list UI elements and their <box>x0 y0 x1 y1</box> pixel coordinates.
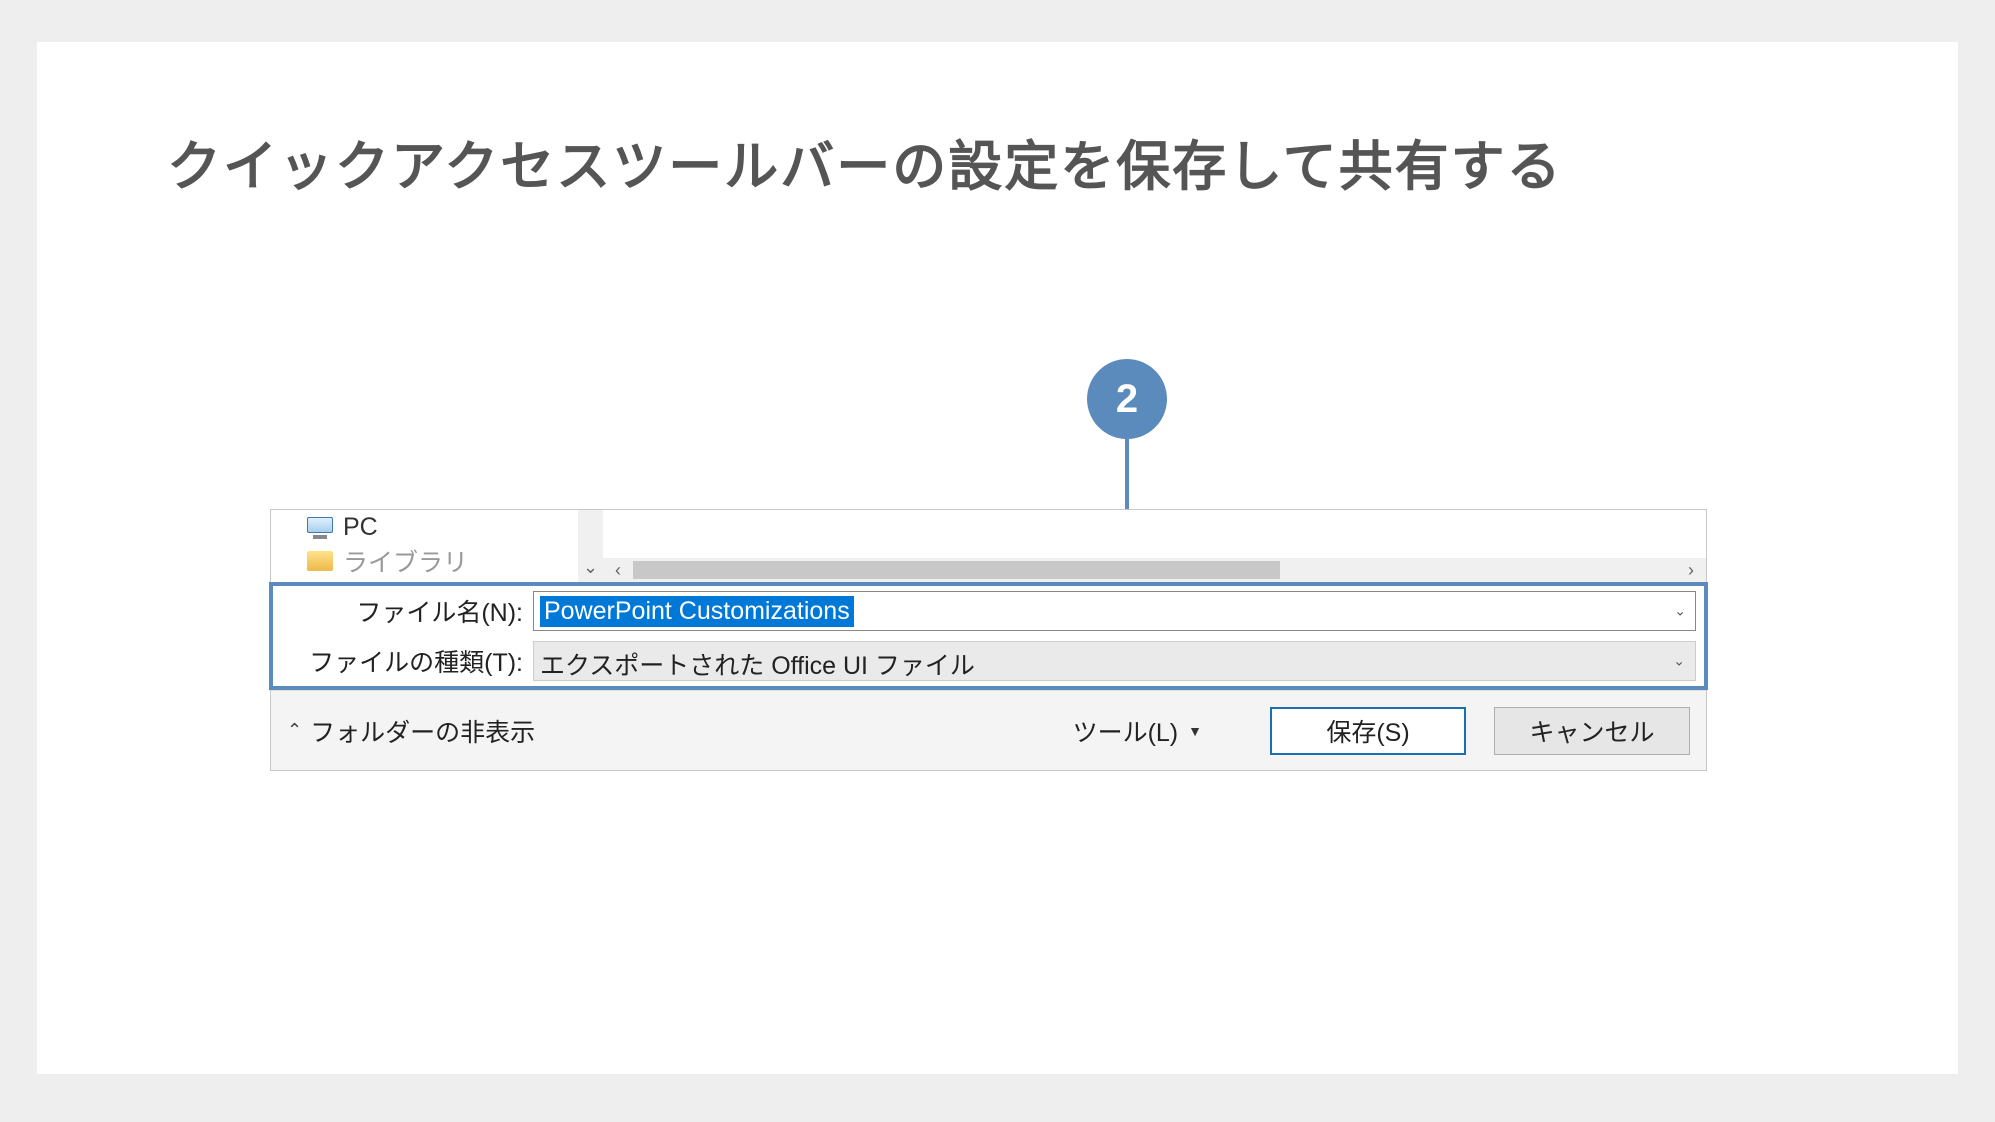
save-dialog: PC ライブラリ ⌄ ‹ › <box>270 509 1707 771</box>
file-name-field-wrapper: PowerPoint Customizations ⌄ <box>533 591 1696 631</box>
file-name-selected-text: PowerPoint Customizations <box>540 596 854 627</box>
file-type-value: エクスポートされた Office UI ファイル <box>540 652 975 680</box>
file-list-blank <box>603 510 1706 558</box>
callout-highlight: ファイル名(N): PowerPoint Customizations ⌄ ファ… <box>269 582 1708 690</box>
pc-icon <box>307 517 333 537</box>
page-title: クイックアクセスツールバーの設定を保存して共有する <box>167 122 1563 201</box>
save-button[interactable]: 保存(S) <box>1270 707 1466 755</box>
tree-item-label: PC <box>343 513 378 542</box>
tools-dropdown[interactable]: ツール(L) ▼ <box>1073 713 1202 749</box>
folder-tree[interactable]: PC ライブラリ <box>271 510 578 582</box>
file-type-label: ファイルの種類(T): <box>281 643 533 679</box>
tree-item-pc[interactable]: PC <box>271 510 578 544</box>
chevron-down-icon[interactable]: ⌄ <box>1674 603 1686 620</box>
tree-item-label: ライブラリ <box>343 543 468 579</box>
scroll-left-icon[interactable]: ‹ <box>603 560 633 581</box>
dialog-footer: ⌃ フォルダーの非表示 ツール(L) ▼ 保存(S) キャンセル <box>271 690 1706 770</box>
callout-number: 2 <box>1116 377 1138 422</box>
dialog-top-strip: PC ライブラリ ⌄ ‹ › <box>271 510 1706 582</box>
tools-label: ツール(L) <box>1073 713 1179 749</box>
callout-badge: 2 <box>1087 359 1167 439</box>
chevron-up-icon: ⌃ <box>287 720 302 741</box>
horizontal-scrollbar[interactable]: ‹ › <box>603 558 1706 582</box>
cancel-button[interactable]: キャンセル <box>1494 707 1690 755</box>
hide-folders-toggle[interactable]: ⌃ フォルダーの非表示 <box>287 713 535 749</box>
scroll-thumb[interactable] <box>633 561 1280 579</box>
hide-folders-label: フォルダーの非表示 <box>310 713 535 749</box>
file-name-label: ファイル名(N): <box>281 593 533 629</box>
tree-item-libraries[interactable]: ライブラリ <box>271 544 578 578</box>
file-type-dropdown[interactable]: エクスポートされた Office UI ファイル ⌄ <box>533 641 1696 681</box>
chevron-down-icon: ⌄ <box>583 557 598 582</box>
file-list-area: ‹ › <box>603 510 1706 582</box>
triangle-down-icon: ▼ <box>1188 723 1202 739</box>
scroll-right-icon[interactable]: › <box>1676 560 1706 581</box>
slide: クイックアクセスツールバーの設定を保存して共有する 2 PC ライブラリ ⌄ <box>37 42 1958 1074</box>
chevron-down-icon: ⌄ <box>1673 653 1685 670</box>
file-name-row: ファイル名(N): PowerPoint Customizations ⌄ <box>273 586 1704 636</box>
tree-vertical-scrollbar[interactable]: ⌄ <box>578 510 603 582</box>
scroll-track[interactable] <box>633 558 1676 582</box>
folder-icon <box>307 551 333 571</box>
file-type-row: ファイルの種類(T): エクスポートされた Office UI ファイル ⌄ <box>273 636 1704 686</box>
